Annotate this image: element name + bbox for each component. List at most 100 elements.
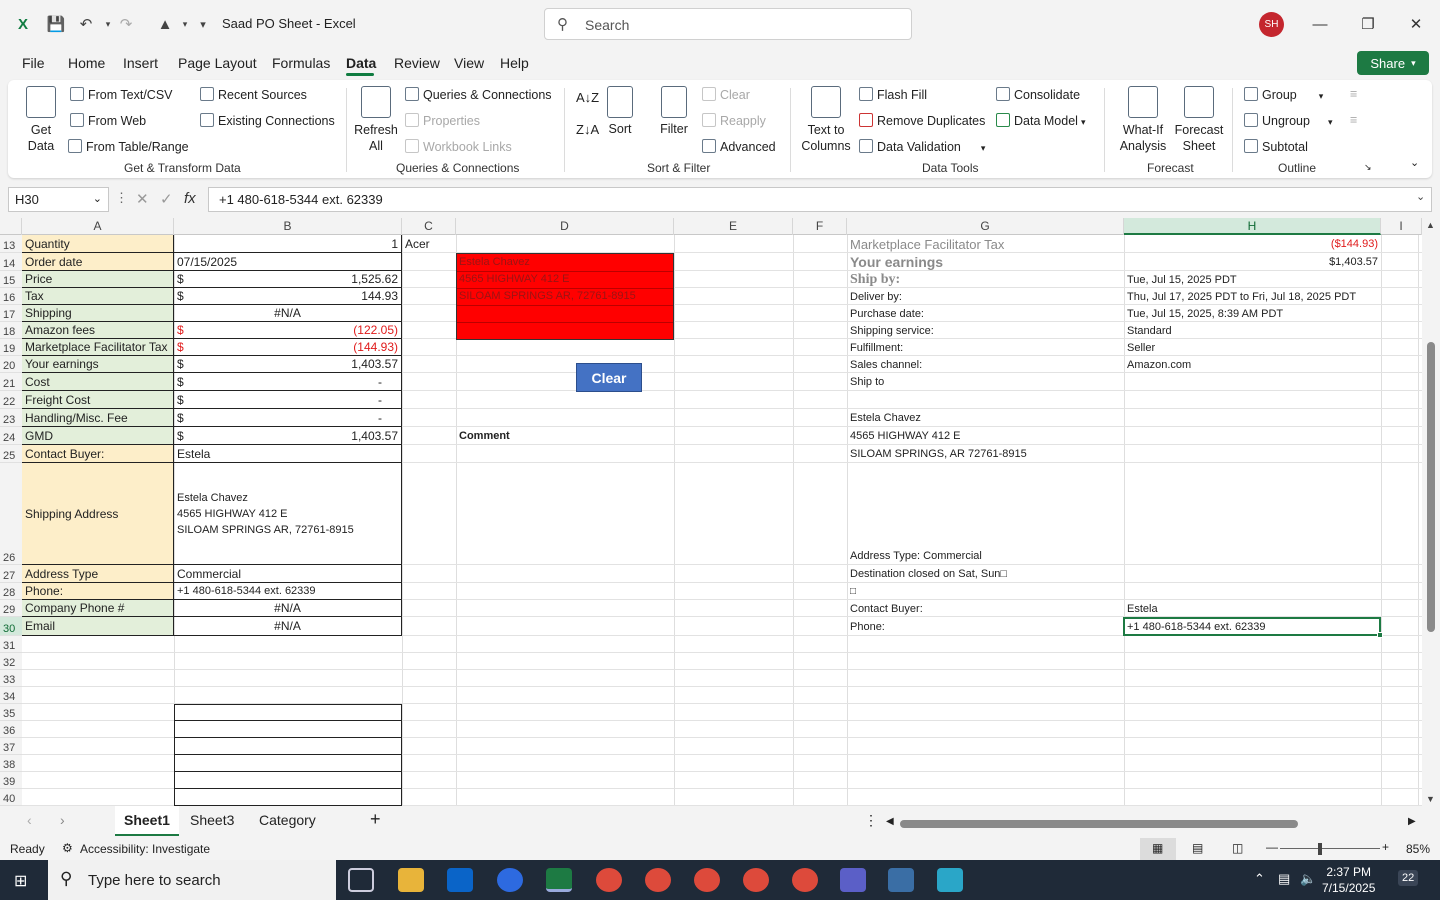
label-your-earnings[interactable]: Your earnings (22, 356, 174, 373)
ship-to-label[interactable]: Ship to (847, 373, 1124, 391)
label-cost[interactable]: Cost (22, 373, 174, 391)
empty-box-row-38[interactable] (174, 755, 402, 772)
ship-name[interactable]: Estela Chavez (847, 409, 1124, 427)
scroll-left-icon[interactable]: ◀ (886, 816, 894, 827)
clear-filter-button[interactable]: Clear (702, 87, 750, 102)
get-data-button[interactable]: Get Data (22, 86, 60, 154)
horizontal-scroll-thumb[interactable] (900, 820, 1298, 828)
scroll-up-icon[interactable]: ▲ (1426, 220, 1435, 230)
label-email[interactable]: Email (22, 617, 174, 636)
ungroup-button[interactable]: Ungroup ▾ (1244, 113, 1332, 128)
label-shipping[interactable]: Shipping (22, 305, 174, 322)
value-email[interactable]: #N/A (174, 617, 402, 636)
label-freight-cost[interactable]: Freight Cost (22, 391, 174, 409)
row-header[interactable]: 19 (0, 339, 22, 356)
accessibility-status[interactable]: Accessibility: Investigate (80, 842, 210, 856)
zoom-level[interactable]: 85% (1406, 842, 1430, 856)
value-contact-buyer[interactable]: Estela (174, 445, 402, 463)
label-phone[interactable]: Phone: (22, 583, 174, 600)
recent-sources-button[interactable]: Recent Sources (200, 87, 307, 102)
ship-address[interactable]: 4565 HIGHWAY 412 E (847, 427, 1124, 445)
column-header-a[interactable]: A (22, 218, 174, 235)
row-header[interactable]: 34 (0, 687, 22, 704)
label-order-date[interactable]: Order date (22, 253, 174, 271)
value-address-type[interactable]: Commercial (174, 565, 402, 583)
add-sheet-button[interactable]: + (370, 809, 381, 830)
fill-handle[interactable] (1377, 632, 1383, 638)
what-if-analysis-button[interactable]: What-If Analysis (1118, 86, 1168, 154)
minimize-icon[interactable]: — (1308, 12, 1332, 36)
row-header[interactable]: 36 (0, 721, 22, 738)
chrome-icon[interactable] (743, 868, 769, 892)
mft-label[interactable]: Marketplace Facilitator Tax (847, 235, 1124, 253)
chrome-icon[interactable] (792, 868, 818, 892)
formula-input[interactable]: +1 480-618-5344 ext. 62339 (208, 187, 1432, 212)
row-header[interactable]: 20 (0, 356, 22, 373)
row-header[interactable]: 14 (0, 253, 22, 271)
row-header[interactable]: 21 (0, 373, 22, 391)
row-header[interactable]: 40 (0, 789, 22, 806)
vertical-scroll-thumb[interactable] (1427, 342, 1435, 632)
row-header[interactable]: 24 (0, 427, 22, 445)
value-tax[interactable]: $144.93 (174, 288, 402, 305)
properties-button[interactable]: Properties (405, 113, 480, 128)
destination-closed[interactable]: Destination closed on Sat, Sun□ (847, 565, 1124, 583)
row-header[interactable]: 15 (0, 271, 22, 288)
text-to-columns-button[interactable]: Text to Columns (800, 86, 852, 154)
subtotal-button[interactable]: Subtotal (1244, 139, 1308, 154)
select-all-corner[interactable] (0, 218, 22, 235)
row-header[interactable]: 38 (0, 755, 22, 772)
page-break-view-icon[interactable]: ◫ (1232, 841, 1243, 855)
prev-sheet-icon[interactable]: ‹ (27, 812, 32, 828)
more-icon[interactable]: ⋮ (115, 190, 128, 206)
label-quantity[interactable]: Quantity (22, 235, 174, 253)
value-handling[interactable]: $ - (174, 409, 402, 427)
value-company-phone[interactable]: #N/A (174, 600, 402, 617)
value-your-earnings[interactable]: $1,403.57 (174, 356, 402, 373)
contact-buyer-label[interactable]: Contact Buyer: (847, 600, 1124, 617)
value-price[interactable]: $1,525.62 (174, 271, 402, 288)
task-view-icon[interactable] (348, 868, 374, 892)
row-header[interactable]: 35 (0, 704, 22, 721)
value-quantity[interactable]: 1 (174, 235, 402, 253)
label-handling[interactable]: Handling/Misc. Fee (22, 409, 174, 427)
sales-channel-value[interactable]: Amazon.com (1124, 356, 1381, 373)
earnings-label[interactable]: Your earnings (847, 253, 1124, 271)
label-amazon-fees[interactable]: Amazon fees (22, 322, 174, 339)
windows-start-icon[interactable]: ⊞ (14, 871, 27, 891)
value-gmd[interactable]: $1,403.57 (174, 427, 402, 445)
remove-duplicates-button[interactable]: Remove Duplicates (859, 113, 985, 128)
column-header-e[interactable]: E (674, 218, 793, 235)
queries-connections-button[interactable]: Queries & Connections (405, 87, 552, 102)
label-address-type[interactable]: Address Type (22, 565, 174, 583)
value-shipping-address[interactable]: Estela Chavez 4565 HIGHWAY 412 E SILOAM … (174, 463, 402, 565)
chrome-icon[interactable] (694, 868, 720, 892)
value-phone[interactable]: +1 480-618-5344 ext. 62339 (174, 583, 402, 600)
excel-taskbar-icon[interactable] (546, 868, 572, 892)
tab-data[interactable]: Data (346, 55, 376, 71)
refresh-all-button[interactable]: Refresh All (354, 86, 398, 154)
teams-icon[interactable] (840, 868, 866, 892)
row-header[interactable]: 28 (0, 583, 22, 600)
outline-settings-icon[interactable]: ↘ (1364, 162, 1372, 173)
row-header[interactable]: 31 (0, 636, 22, 653)
name-box[interactable]: H30 ⌄ (8, 187, 109, 212)
more-icon[interactable]: ⋮ (864, 812, 878, 829)
outlook-icon[interactable] (447, 868, 473, 892)
row-header[interactable]: 13 (0, 235, 22, 253)
advanced-filter-button[interactable]: Advanced (702, 139, 776, 154)
tab-file[interactable]: File (22, 55, 45, 71)
empty-box-row-40[interactable] (174, 789, 402, 806)
label-price[interactable]: Price (22, 271, 174, 288)
row-header[interactable]: 30 (0, 617, 22, 636)
earnings-value[interactable]: $1,403.57 (1124, 253, 1381, 271)
row-header[interactable]: 22 (0, 391, 22, 409)
column-header-d[interactable]: D (456, 218, 674, 235)
row-header[interactable]: 37 (0, 738, 22, 755)
tab-review[interactable]: Review (394, 55, 440, 71)
existing-connections-button[interactable]: Existing Connections (200, 113, 335, 128)
from-web-button[interactable]: From Web (70, 113, 146, 128)
ship-by-value[interactable]: Tue, Jul 15, 2025 PDT (1124, 271, 1381, 288)
taskbar-search[interactable]: ⚲ Type here to search (48, 860, 336, 900)
row-header[interactable]: 25 (0, 445, 22, 463)
